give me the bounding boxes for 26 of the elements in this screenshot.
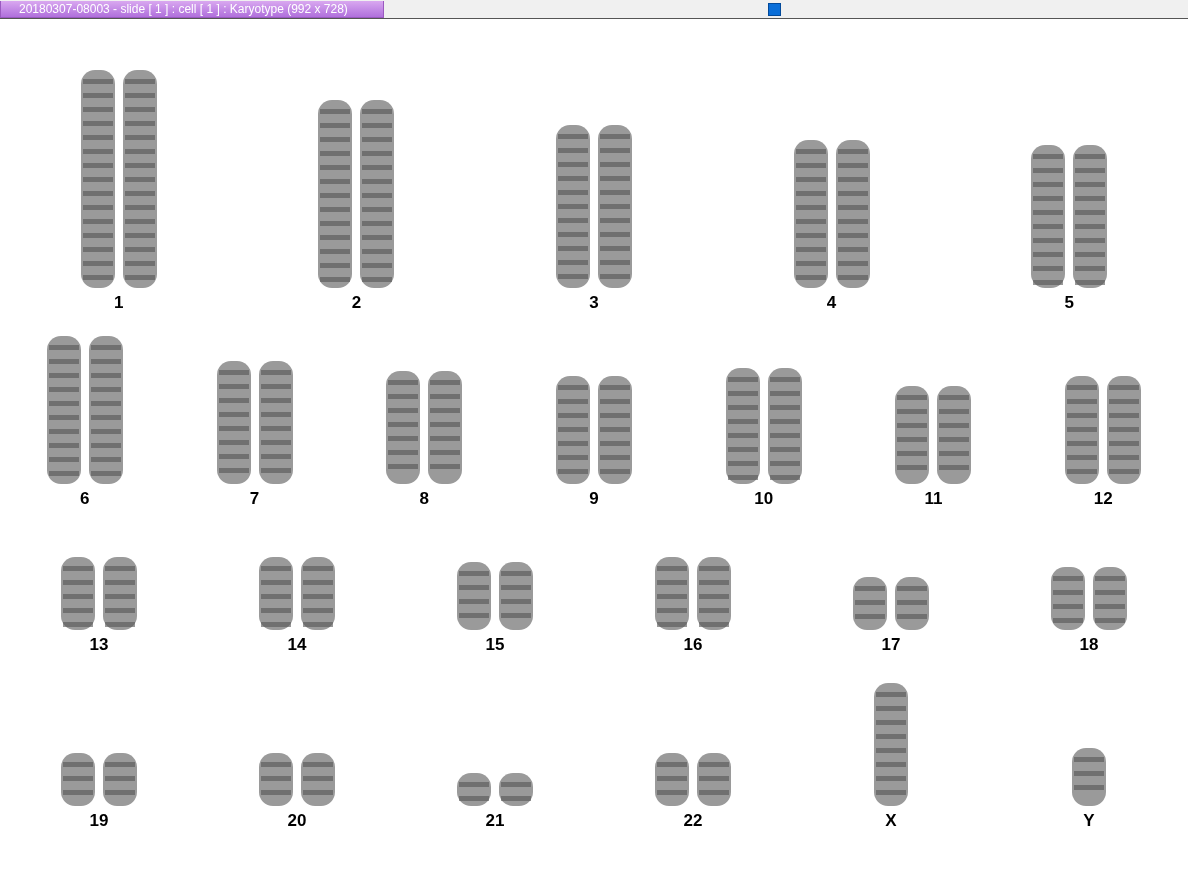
chromosome-number: 6 <box>80 489 90 509</box>
chromosome-number: 20 <box>287 811 307 831</box>
chromosome-number: 12 <box>1093 489 1113 509</box>
chromosome-number: 22 <box>683 811 703 831</box>
chromosome-number: 2 <box>351 293 362 313</box>
chromosome-number: 21 <box>485 811 505 831</box>
chromosome-number: 7 <box>249 489 260 509</box>
chromosome-number: 5 <box>1064 293 1074 313</box>
chromosome-number: 17 <box>881 635 901 655</box>
chromosome-number: 16 <box>683 635 703 655</box>
chromosome-number: 10 <box>754 489 774 509</box>
chromosome-number: Y <box>1083 811 1095 831</box>
scroll-handle[interactable] <box>768 3 781 16</box>
chromosome-number: 9 <box>589 489 599 509</box>
chromosome-number: 11 <box>924 489 943 509</box>
chromosome-number: 14 <box>287 635 307 655</box>
chromosome-number: 8 <box>419 489 429 509</box>
chromosome-number: 4 <box>826 293 837 313</box>
chromosome-number: 3 <box>589 293 599 313</box>
chromosome-number: 15 <box>485 635 505 655</box>
chromosome-number: 19 <box>89 811 109 831</box>
chromosome-number: X <box>885 811 897 831</box>
chromosome-number: 13 <box>89 635 109 655</box>
chromosome-number: 1 <box>114 293 124 313</box>
window-title: 20180307-08003 - slide [ 1 ] : cell [ 1 ] : Karyotype (992 x 728) <box>0 0 384 18</box>
chromosome-number: 18 <box>1079 635 1099 655</box>
